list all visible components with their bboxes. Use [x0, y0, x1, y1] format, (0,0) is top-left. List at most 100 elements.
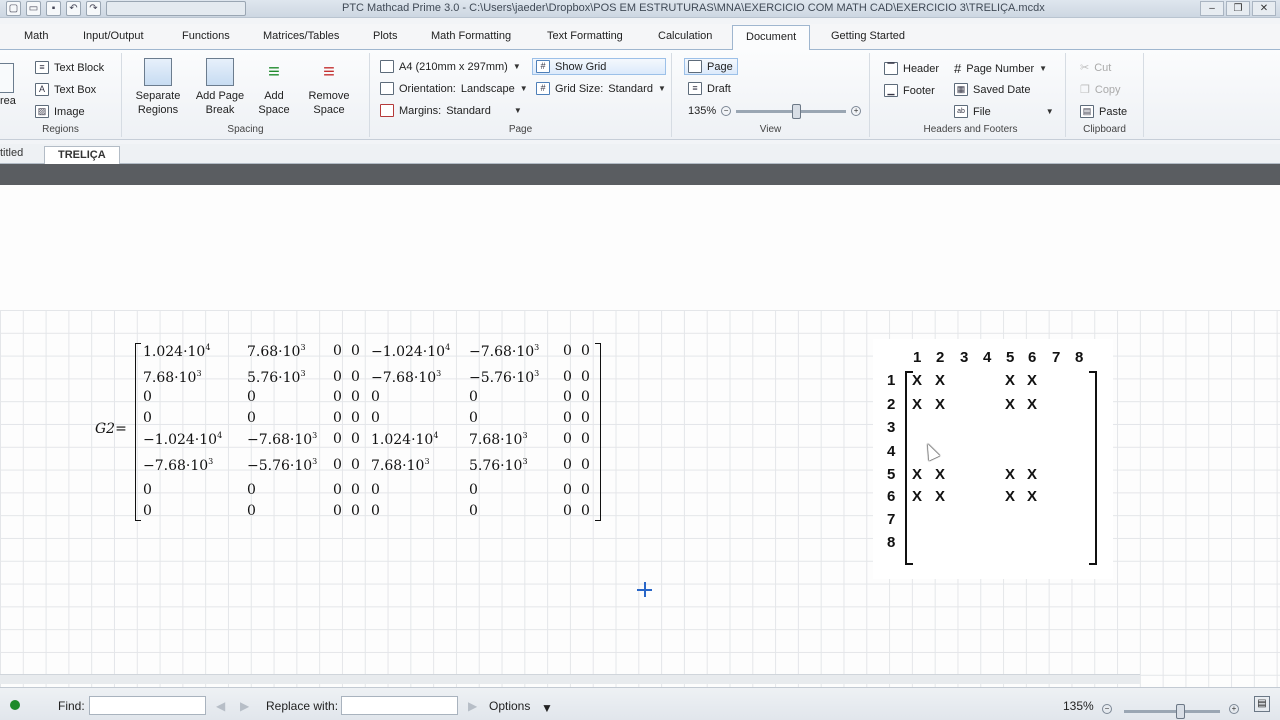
text-block-button[interactable]: ≡ Text Block	[35, 61, 104, 74]
matrix-cell: 0	[333, 343, 342, 359]
matrix-cell: 0	[333, 457, 342, 473]
matrix-left-bracket	[135, 343, 141, 521]
header-button[interactable]: ▔ Header	[884, 62, 939, 75]
grid-icon: #	[536, 60, 550, 73]
grid-size-label: Grid Size:	[555, 82, 604, 95]
chevron-down-icon: ▼	[519, 84, 528, 93]
tab-input-output[interactable]: Input/Output	[83, 30, 144, 42]
page-view-label: Page	[707, 60, 733, 73]
new-file-icon[interactable]: ▢	[6, 1, 21, 16]
doc-tab-untitled[interactable]: titled	[0, 147, 23, 159]
zoom-in-icon[interactable]: +	[851, 106, 862, 116]
paste-icon: ▤	[1080, 105, 1094, 118]
find-input[interactable]	[89, 696, 206, 715]
add-page-break-button[interactable]: Add Page Break	[194, 58, 246, 117]
zoom-out-icon[interactable]: −	[721, 106, 732, 116]
grid-size-dropdown[interactable]: # Grid Size: Standard ▼	[536, 82, 666, 95]
add-space-icon: ≡	[268, 61, 280, 83]
image-label: Image	[54, 105, 85, 118]
add-space-button[interactable]: ≡ Add Space	[254, 58, 294, 117]
text-box-button[interactable]: A Text Box	[35, 83, 96, 96]
matrix-g2: 1.024·104 7.68·103 0 0 −1.024·104 −7.68·103 0 0…	[135, 343, 601, 521]
area-icon[interactable]	[0, 63, 14, 93]
file-dropdown[interactable]: ab File ▼	[954, 105, 1054, 118]
options-dropdown[interactable]: Options	[489, 699, 530, 713]
worksheet[interactable]: G2= 1.024·104 7.68·103 0 0 −1.024·104 −7.68·1…	[0, 185, 1280, 687]
matrix-cell: 0	[333, 389, 342, 405]
image-column-header: 1	[913, 349, 922, 366]
doc-tab-trelica[interactable]: TRELIÇA	[44, 146, 120, 164]
zoom-slider-thumb[interactable]	[792, 103, 802, 119]
window-title: PTC Mathcad Prime 3.0 - C:\Users\jaeder\…	[342, 2, 1045, 14]
page-view-button[interactable]: Page	[684, 58, 738, 75]
matrix-cell: 7.68·103	[247, 343, 306, 360]
find-next-icon[interactable]: ▶	[240, 699, 249, 713]
clipboard-group-title: Clipboard	[1083, 124, 1126, 135]
find-previous-icon[interactable]: ◀	[216, 699, 225, 713]
redo-icon[interactable]: ↷	[86, 1, 101, 16]
copy-label: Copy	[1094, 83, 1121, 96]
restore-button[interactable]: ❐	[1226, 1, 1250, 16]
image-button[interactable]: ▨ Image	[35, 105, 85, 118]
matrix-cell: 0	[563, 369, 572, 385]
zoom-in-icon[interactable]: +	[1229, 700, 1239, 714]
remove-space-label-2: Space	[313, 104, 345, 116]
page-number-label: Page Number	[966, 62, 1035, 75]
tab-calculation[interactable]: Calculation	[658, 30, 712, 42]
footer-button[interactable]: ▁ Footer	[884, 84, 935, 97]
footer-label: Footer	[903, 84, 935, 97]
tab-math[interactable]: Math	[24, 30, 48, 42]
orientation-dropdown[interactable]: Orientation: Landscape ▼	[380, 82, 528, 95]
draft-view-button[interactable]: ≡ Draft	[688, 82, 731, 95]
separate-regions-button[interactable]: Separate Regions	[132, 58, 184, 117]
tab-getting-started[interactable]: Getting Started	[831, 30, 905, 42]
replace-input[interactable]	[341, 696, 458, 715]
matrix-cell: 0	[143, 410, 152, 426]
orientation-label: Orientation:	[399, 82, 456, 95]
tab-math-formatting[interactable]: Math Formatting	[431, 30, 511, 42]
matrix-cell: 0	[371, 410, 380, 426]
status-zoom-slider[interactable]	[1124, 704, 1220, 720]
tab-plots[interactable]: Plots	[373, 30, 397, 42]
tab-text-formatting[interactable]: Text Formatting	[547, 30, 623, 42]
stiffness-pattern-image[interactable]: 1234567812345678XXXXXXXXXXXXXXXX	[873, 339, 1113, 579]
scissors-icon: ✂	[1080, 62, 1090, 74]
view-group-title: View	[759, 124, 782, 135]
matrix-cell: 0	[563, 457, 572, 473]
undo-icon[interactable]: ↶	[66, 1, 81, 16]
minimize-button[interactable]: –	[1200, 1, 1224, 16]
replace-icon[interactable]: ▶	[468, 699, 477, 713]
close-button[interactable]: ✕	[1252, 1, 1276, 16]
draft-view-label: Draft	[707, 82, 731, 95]
separate-regions-label-1: Separate	[135, 90, 181, 102]
copy-button[interactable]: ❐ Copy	[1080, 83, 1121, 97]
paper-size-dropdown[interactable]: A4 (210mm x 297mm) ▼	[380, 60, 521, 73]
page-number-dropdown[interactable]: # Page Number ▼	[954, 61, 1047, 76]
quick-access-input[interactable]	[106, 1, 246, 16]
zoom-slider[interactable]	[736, 103, 847, 119]
tab-document[interactable]: Document	[732, 25, 811, 51]
remove-space-button[interactable]: ≡ Remove Space	[304, 58, 354, 117]
show-grid-toggle[interactable]: # Show Grid	[532, 58, 666, 75]
open-folder-icon[interactable]: ▭	[26, 1, 41, 16]
margins-dropdown[interactable]: Margins: Standard ▼	[380, 104, 522, 117]
save-icon[interactable]: ▪	[46, 1, 61, 16]
matrix-cell: 7.68·103	[143, 369, 202, 386]
cut-button[interactable]: ✂ Cut	[1080, 61, 1111, 75]
zoom-out-icon[interactable]: −	[1102, 700, 1112, 714]
page-layout-icon[interactable]: ▤	[1254, 696, 1270, 712]
saved-date-button[interactable]: ▦ Saved Date	[954, 83, 1030, 96]
image-column-header: 7	[1052, 349, 1061, 366]
margins-icon	[380, 104, 394, 117]
file-label: File	[973, 105, 991, 118]
area-label[interactable]: rea	[0, 95, 16, 107]
image-icon: ▨	[35, 105, 49, 118]
image-row-header: 6	[887, 488, 896, 505]
horizontal-scrollbar[interactable]	[0, 674, 1140, 684]
matrix-cell: −1.024·104	[143, 431, 223, 448]
matrix-cell: 0	[563, 410, 572, 426]
paste-button[interactable]: ▤ Paste	[1080, 105, 1127, 118]
tab-functions[interactable]: Functions	[182, 30, 230, 42]
headers-footers-group: ▔ Header ▁ Footer # Page Number ▼ ▦ Saved Dat…	[876, 53, 1066, 137]
tab-matrices-tables[interactable]: Matrices/Tables	[263, 30, 339, 42]
